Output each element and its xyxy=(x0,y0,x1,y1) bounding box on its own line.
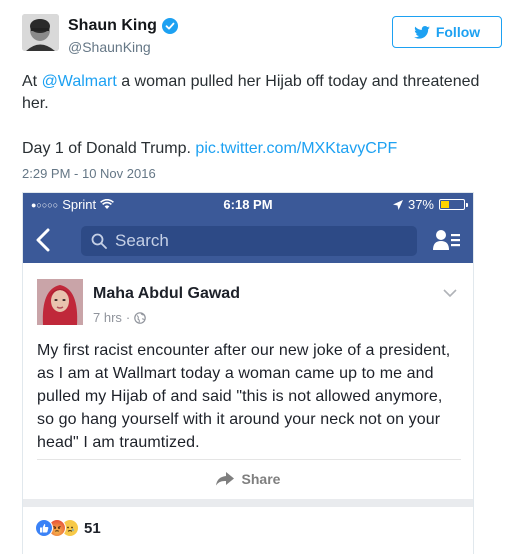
reactions-summary[interactable]: 51 xyxy=(35,519,101,537)
post-time[interactable]: 7 hrs xyxy=(93,310,122,325)
author-name[interactable]: Shaun King xyxy=(68,17,157,35)
share-label: Share xyxy=(241,471,281,487)
globe-icon xyxy=(134,311,147,324)
post-body-text: My first racist encounter after our new … xyxy=(37,342,451,451)
tweet-second-line: Day 1 of Donald Trump. pic.twitter.com/M… xyxy=(22,140,397,158)
status-time: 6:18 PM xyxy=(223,197,273,212)
chevron-down-icon[interactable] xyxy=(443,289,457,298)
facebook-post: Maha Abdul Gawad 7 hrs · My first racist… xyxy=(23,263,473,554)
facebook-nav-bar xyxy=(23,217,473,263)
meta-separator: · xyxy=(125,310,131,325)
follow-button[interactable]: Follow xyxy=(392,16,502,48)
section-separator xyxy=(23,499,473,507)
reaction-count: 51 xyxy=(84,519,101,537)
battery-icon xyxy=(439,199,468,210)
phone-status-bar: ●○○○○ Sprint 6:18 PM 37% xyxy=(23,193,473,217)
like-reaction-icon xyxy=(35,519,53,537)
status-left: ●○○○○ Sprint xyxy=(31,197,115,212)
friend-requests-icon[interactable] xyxy=(433,229,461,251)
walmart-mention-link[interactable]: @Walmart xyxy=(42,73,117,90)
search-bar[interactable] xyxy=(81,226,417,256)
tweet-timestamp[interactable]: 2:29 PM - 10 Nov 2016 xyxy=(22,166,156,181)
battery-fill xyxy=(441,201,450,208)
tweet-text-prefix: At xyxy=(22,73,42,90)
share-arrow-icon xyxy=(215,472,234,486)
author-handle[interactable]: @ShaunKing xyxy=(68,39,151,55)
post-meta: 7 hrs · xyxy=(93,310,147,325)
post-author-name[interactable]: Maha Abdul Gawad xyxy=(93,285,240,303)
location-arrow-icon xyxy=(392,199,403,210)
tweet-line2-text: Day 1 of Donald Trump. xyxy=(22,140,196,157)
battery-percent: 37% xyxy=(407,197,434,212)
tweet-text: At @Walmart a woman pulled her Hijab off… xyxy=(22,71,502,115)
post-author-avatar[interactable] xyxy=(37,279,83,325)
pic-link[interactable]: pic.twitter.com/MXKtavyCPF xyxy=(195,140,397,157)
author-name-row: Shaun King xyxy=(68,17,178,35)
status-right: 37% xyxy=(392,197,468,212)
share-button[interactable]: Share xyxy=(23,461,473,497)
author-avatar[interactable] xyxy=(22,14,59,51)
back-chevron-icon[interactable] xyxy=(35,228,51,252)
post-divider xyxy=(37,459,461,460)
search-input[interactable] xyxy=(115,231,395,251)
signal-dots: ●○○○○ xyxy=(31,199,59,210)
search-icon xyxy=(91,233,107,249)
follow-label: Follow xyxy=(435,24,481,40)
tweet-header: Shaun King @ShaunKing Follow xyxy=(22,14,502,60)
twitter-bird-icon xyxy=(414,25,430,39)
embedded-screenshot[interactable]: ●○○○○ Sprint 6:18 PM 37% Search Maha Abd… xyxy=(22,192,474,554)
carrier-name: Sprint xyxy=(62,197,97,212)
verified-icon xyxy=(161,18,178,34)
wifi-icon xyxy=(100,199,115,209)
